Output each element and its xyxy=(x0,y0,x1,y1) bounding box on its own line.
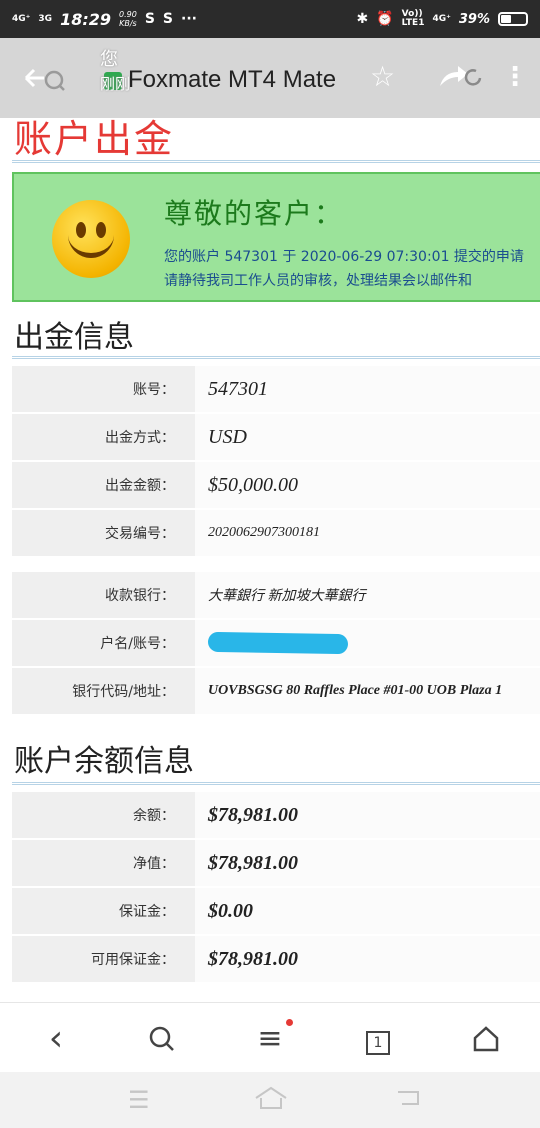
volte-indicator: Vo)) LTE1 xyxy=(401,9,425,28)
back-arrow-icon xyxy=(24,68,65,91)
table-row: 银行代码/地址： UOVBSGSG 80 Raffles Place #01-0… xyxy=(12,668,540,716)
withdrawal-section-title: 出金信息 xyxy=(14,320,134,355)
row-label: 出金方式： xyxy=(12,414,195,460)
redaction-mark xyxy=(207,631,349,655)
notification-overlay: 您 刚刚 xyxy=(100,50,130,94)
notification-char: 您 xyxy=(100,49,118,70)
menu-icon[interactable]: ≡ xyxy=(252,1021,288,1057)
withdrawal-amount: $50,000.00 xyxy=(195,462,540,508)
home-glyph-icon xyxy=(473,1026,499,1052)
notice-title: 尊敬的客户： xyxy=(164,197,345,230)
signal-sim2: 3G xyxy=(38,13,53,24)
row-label: 收款银行： xyxy=(12,572,195,618)
bank-table: 收款银行： 大華銀行 新加坡大華銀行 户名/账号： 银行代码/地址： UOVBS… xyxy=(12,572,540,716)
withdrawal-method: USD xyxy=(195,414,540,460)
app-notification-icon: S xyxy=(162,11,173,27)
page-title-bar[interactable]: Foxmate MT4 Mate xyxy=(128,66,336,94)
search-icon[interactable] xyxy=(144,1021,180,1057)
transaction-id: 2020062907300181 xyxy=(195,510,540,556)
row-label: 可用保证金： xyxy=(12,936,195,982)
table-row: 户名/账号： xyxy=(12,620,540,668)
smiley-icon xyxy=(52,200,130,278)
row-label: 净值： xyxy=(12,840,195,886)
clock: 18:29 xyxy=(60,9,111,29)
receiving-bank: 大華銀行 新加坡大華銀行 xyxy=(195,572,540,618)
table-row: 保证金： $0.00 xyxy=(12,888,540,936)
back-icon[interactable]: ‹ xyxy=(38,1021,74,1057)
signal-sim1: 4G⁺ xyxy=(12,13,31,24)
row-label: 银行代码/地址： xyxy=(12,668,195,714)
system-home-icon[interactable] xyxy=(254,1086,288,1116)
row-label: 户名/账号： xyxy=(12,620,195,666)
browser-bottom-nav: ‹ ≡ 1 xyxy=(0,1002,540,1072)
notification-time: 刚刚 xyxy=(100,75,131,93)
speed-unit: KB/s xyxy=(119,19,137,28)
notice-line-1: 您的账户 547301 于 2020-06-29 07:30:01 提交的申请 xyxy=(164,249,524,265)
tabs-button[interactable]: 1 xyxy=(360,1021,396,1057)
row-label: 交易编号： xyxy=(12,510,195,556)
divider xyxy=(12,782,540,785)
system-home-glyph-icon xyxy=(255,1086,287,1109)
bluetooth-icon: ✱ xyxy=(356,11,369,27)
notice-line-2: 请静待我司工作人员的审核，处理结果会以邮件和 xyxy=(164,273,472,289)
share-refresh-icon[interactable] xyxy=(436,60,486,102)
table-row: 账号： 547301 xyxy=(12,366,540,414)
free-margin-value: $78,981.00 xyxy=(195,936,540,982)
divider xyxy=(12,160,540,163)
browser-top-bar: 您 刚刚 Foxmate MT4 Mate ☆ ⋮ xyxy=(0,38,540,118)
network-speed: 0.90 KB/s xyxy=(119,10,137,28)
signal-sim3: 4G⁺ xyxy=(432,13,451,24)
account-number: 547301 xyxy=(195,366,540,412)
bank-code-address: UOVBSGSG 80 Raffles Place #01-00 UOB Pla… xyxy=(195,668,540,714)
share-icon xyxy=(440,66,482,86)
alarm-icon: ⏰ xyxy=(376,11,394,27)
status-bar: 4G⁺ 3G 18:29 0.90 KB/s S S ··· ✱ ⏰ Vo)) … xyxy=(0,0,540,38)
table-row: 交易编号： 2020062907300181 xyxy=(12,510,540,558)
search-glyph-icon xyxy=(149,1026,174,1051)
battery-icon xyxy=(498,12,528,26)
home-icon[interactable] xyxy=(468,1021,504,1057)
back-search-icon[interactable] xyxy=(22,58,70,98)
table-row: 净值： $78,981.00 xyxy=(12,840,540,888)
battery-fill xyxy=(501,15,512,23)
row-label: 出金金额： xyxy=(12,462,195,508)
balance-section-title: 账户余额信息 xyxy=(14,744,194,779)
system-back-glyph-icon xyxy=(398,1091,419,1105)
system-back-icon[interactable] xyxy=(394,1086,424,1116)
notice-box: 尊敬的客户： 您的账户 547301 于 2020-06-29 07:30:01… xyxy=(12,172,540,302)
balance-value: $78,981.00 xyxy=(195,792,540,838)
table-row: 可用保证金： $78,981.00 xyxy=(12,936,540,984)
tabs-count: 1 xyxy=(366,1031,390,1055)
speed-value: 0.90 xyxy=(119,10,137,19)
row-label: 余额： xyxy=(12,792,195,838)
row-label: 账号： xyxy=(12,366,195,412)
account-name-redacted xyxy=(195,620,540,666)
balance-table: 余额： $78,981.00 净值： $78,981.00 保证金： $0.00… xyxy=(12,792,540,984)
system-nav-bar: ☰ xyxy=(0,1072,540,1128)
page-content: 账户出金 尊敬的客户： 您的账户 547301 于 2020-06-29 07:… xyxy=(0,118,540,1002)
app-notification-icon: S xyxy=(144,11,155,27)
more-notifications-icon: ··· xyxy=(181,11,197,27)
table-row: 出金金额： $50,000.00 xyxy=(12,462,540,510)
withdrawal-table: 账号： 547301 出金方式： USD 出金金额： $50,000.00 交易… xyxy=(12,366,540,558)
recent-apps-icon[interactable]: ☰ xyxy=(128,1086,150,1114)
menu-notification-dot xyxy=(286,1019,293,1026)
table-row: 收款银行： 大華銀行 新加坡大華銀行 xyxy=(12,572,540,620)
divider xyxy=(12,356,540,359)
row-label: 保证金： xyxy=(12,888,195,934)
smiley-mouth xyxy=(68,234,114,258)
equity-value: $78,981.00 xyxy=(195,840,540,886)
more-options-icon[interactable]: ⋮ xyxy=(502,62,528,92)
battery-percent: 39% xyxy=(458,11,490,27)
table-row: 出金方式： USD xyxy=(12,414,540,462)
table-row: 余额： $78,981.00 xyxy=(12,792,540,840)
margin-value: $0.00 xyxy=(195,888,540,934)
bookmark-star-icon[interactable]: ☆ xyxy=(370,60,395,93)
page-heading: 账户出金 xyxy=(14,118,175,161)
